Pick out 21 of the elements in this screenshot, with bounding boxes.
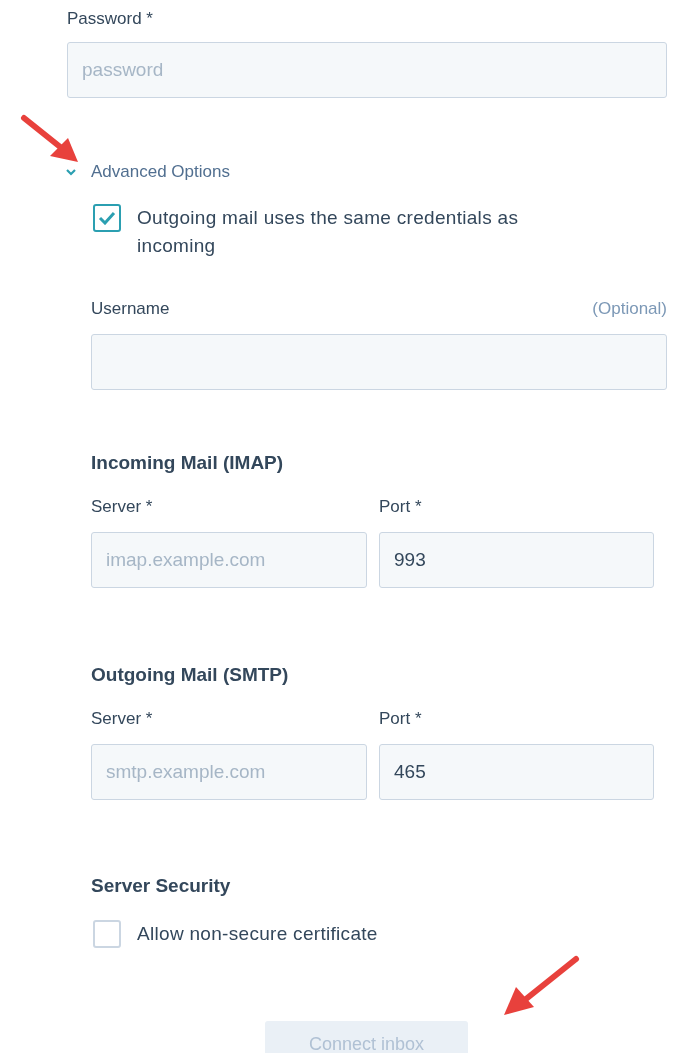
input-field[interactable]: password (67, 42, 667, 98)
check-icon (98, 211, 116, 225)
field-label: Username (91, 298, 170, 320)
section-heading: Server Security (91, 874, 232, 898)
section-heading: Outgoing Mail (SMTP) (91, 663, 290, 687)
section-heading: Incoming Mail (IMAP) (91, 451, 285, 475)
input-field[interactable]: imap.example.com (91, 532, 367, 588)
field-label: Port * (379, 708, 422, 730)
checkbox-label: Allow non-secure certificate (137, 922, 378, 946)
input-field[interactable] (91, 334, 667, 390)
advanced-options-toggle[interactable]: Advanced Options (91, 159, 230, 185)
input-field[interactable]: 465 (379, 744, 654, 800)
field-label: Port * (379, 496, 422, 518)
checkbox-label: Outgoing mail uses the same credentials as incoming (137, 206, 520, 258)
field-label: Server * (91, 496, 154, 518)
field-label: Password * (67, 8, 154, 30)
input-field[interactable]: 993 (379, 532, 654, 588)
checkbox[interactable] (93, 204, 121, 232)
optional-hint: (Optional) (592, 298, 667, 320)
field-label: Server * (91, 708, 154, 730)
input-field[interactable]: smtp.example.com (91, 744, 367, 800)
